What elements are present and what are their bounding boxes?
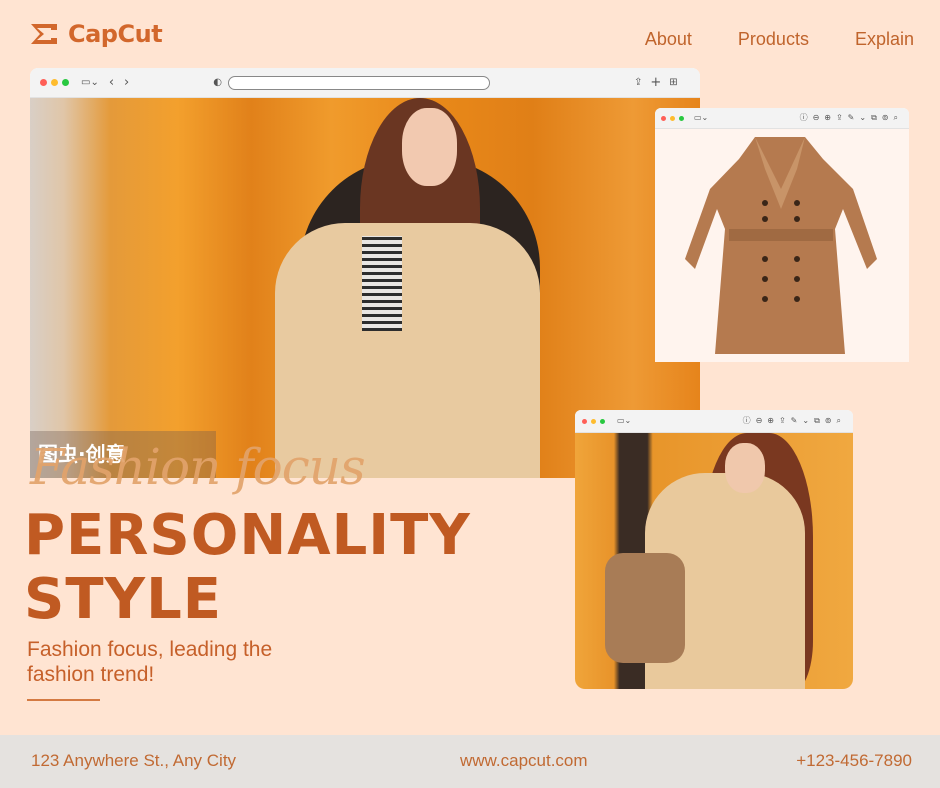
coat-preview-window: ▭⌄ ⓘ⊖⊕⇪✎⌄⧉⊚⌕ <box>655 108 909 362</box>
headline-line-2: STYLE <box>24 567 223 632</box>
script-title: Fashion focus <box>30 438 366 496</box>
headline-line-1: PERSONALITY <box>24 503 471 568</box>
divider <box>27 699 100 701</box>
footer-website-link[interactable]: www.capcut.com <box>460 751 588 771</box>
window-controls <box>582 418 605 424</box>
tabs-grid-icon[interactable]: ⊞ <box>669 77 677 88</box>
trench-coat-image <box>685 137 877 354</box>
close-button[interactable] <box>582 418 587 424</box>
preview-toolbar: ▭⌄ ⓘ⊖⊕⇪✎⌄⧉⊚⌕ <box>655 108 909 129</box>
sidebar-icon[interactable]: ▭⌄ <box>81 77 99 88</box>
top-nav: About Products Explain <box>645 29 914 50</box>
window-controls <box>661 115 684 121</box>
shield-icon: ◐ <box>213 76 222 88</box>
brand-name: CapCut <box>68 20 163 48</box>
coat-photo <box>655 129 909 362</box>
address-bar[interactable] <box>227 75 490 90</box>
preview-tools[interactable]: ⓘ⊖⊕⇪✎⌄⧉⊚⌕ <box>743 417 846 425</box>
minimize-button[interactable] <box>670 115 675 121</box>
bag-photo <box>575 433 853 689</box>
back-icon[interactable]: ‹ <box>109 76 114 89</box>
capcut-logo[interactable]: CapCut <box>28 18 163 50</box>
preview-tools[interactable]: ⓘ⊖⊕⇪✎⌄⧉⊚⌕ <box>800 114 903 122</box>
new-tab-icon[interactable]: + <box>650 76 661 89</box>
hero-subtitle: Fashion focus, leading the fashion trend… <box>27 638 273 686</box>
capcut-logo-icon <box>31 24 57 44</box>
share-icon[interactable]: ⇪ <box>634 77 642 88</box>
window-controls <box>40 79 69 86</box>
close-button[interactable] <box>40 79 47 86</box>
footer-address: 123 Anywhere St., Any City <box>31 751 237 770</box>
maximize-button[interactable] <box>600 418 605 424</box>
preview-toolbar: ▭⌄ ⓘ⊖⊕⇪✎⌄⧉⊚⌕ <box>575 410 853 433</box>
maximize-button[interactable] <box>679 115 684 121</box>
nav-explain[interactable]: Explain <box>855 29 914 50</box>
footer-phone: +123-456-7890 <box>796 751 912 770</box>
footer-bar: 123 Anywhere St., Any City www.capcut.co… <box>0 735 940 788</box>
bag-preview-window: ▭⌄ ⓘ⊖⊕⇪✎⌄⧉⊚⌕ <box>575 410 853 689</box>
close-button[interactable] <box>661 115 666 121</box>
sidebar-icon[interactable]: ▭⌄ <box>617 417 631 425</box>
maximize-button[interactable] <box>62 79 69 86</box>
minimize-button[interactable] <box>51 79 58 86</box>
sidebar-icon[interactable]: ▭⌄ <box>694 114 708 122</box>
browser-toolbar: ▭⌄ ‹ › ◐ ⇪ + ⊞ <box>30 68 700 98</box>
minimize-button[interactable] <box>591 418 596 424</box>
nav-products[interactable]: Products <box>738 29 809 50</box>
forward-icon[interactable]: › <box>124 76 129 89</box>
nav-about[interactable]: About <box>645 29 692 50</box>
